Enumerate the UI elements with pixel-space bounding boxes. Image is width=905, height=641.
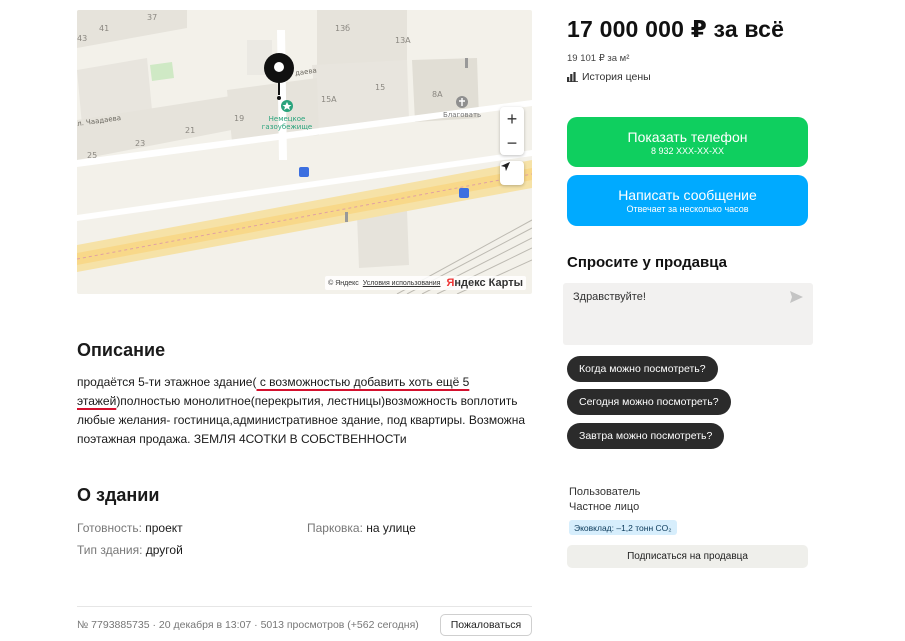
fact-building-type: Тип здания: другой [77, 543, 183, 557]
show-phone-button[interactable]: Показать телефон 8 932 XXX-XX-XX [567, 117, 808, 167]
zoom-out-button[interactable]: − [500, 131, 524, 155]
zoom-controls: + − [500, 107, 524, 155]
price-history-link[interactable]: История цены [567, 71, 651, 83]
seller-type: Частное лицо [569, 501, 640, 513]
complain-button[interactable]: Пожаловаться [440, 614, 532, 636]
map-copyright: © Яндекс [328, 279, 359, 287]
map-poi-label: Немецкое газоубежище [261, 115, 313, 131]
map-house-number: 15А [321, 95, 337, 104]
footer-divider [77, 606, 532, 607]
map-house-number: 25 [87, 151, 98, 160]
ask-seller-title: Спросите у продавца [567, 254, 727, 271]
navigation-arrow-icon [500, 161, 511, 172]
map-house-number: 19 [234, 114, 245, 123]
map-house-number: 13А [395, 36, 411, 45]
building-title: О здании [77, 485, 160, 505]
quick-question-chip[interactable]: Завтра можно посмотреть? [567, 423, 725, 449]
write-message-button[interactable]: Написать сообщение Отвечает за несколько… [567, 175, 808, 226]
price-total: 17 000 000 ₽ за всё [567, 16, 785, 42]
map-canvas [77, 10, 532, 294]
map-house-number: 43 [77, 34, 88, 43]
send-icon[interactable] [790, 291, 803, 303]
bar-chart-icon [567, 72, 578, 82]
message-input[interactable]: Здравствуйте! [563, 283, 813, 345]
map-house-number: 21 [185, 126, 196, 135]
seller-info: Пользователь Частное лицо [569, 485, 640, 515]
description-text: продаётся 5-ти этажное здание( с возможн… [77, 375, 525, 446]
map-church-label: Благовать [443, 111, 482, 119]
map-house-number: 37 [147, 13, 158, 22]
location-map[interactable]: 37 41 43 13б 13А 15А 15 8А 19 21 23 25 л… [77, 10, 532, 294]
eco-badge[interactable]: Эковклад: –1,2 тонн CO₂ [569, 520, 677, 535]
zoom-in-button[interactable]: + [500, 107, 524, 131]
message-text: Здравствуйте! [573, 291, 646, 303]
description-title: Описание [77, 340, 166, 360]
map-house-number: 41 [99, 24, 110, 33]
map-attribution: © Яндекс Условия использования Яндекс Ка… [325, 276, 526, 290]
map-house-number: 8А [432, 90, 443, 99]
fact-readiness: Готовность: проект [77, 521, 183, 535]
map-house-number: 23 [135, 139, 146, 148]
price-per-m2: 19 101 ₽ за м² [567, 53, 630, 64]
subscribe-seller-button[interactable]: Подписаться на продавца [567, 545, 808, 568]
fact-parking: Парковка: на улице [307, 521, 416, 535]
map-house-number: 13б [335, 24, 351, 33]
map-house-number: 15 [375, 83, 386, 92]
quick-question-chip[interactable]: Сегодня можно посмотреть? [567, 389, 731, 415]
yandex-maps-logo: Яндекс Карты [446, 277, 523, 289]
geolocation-button[interactable] [500, 161, 524, 185]
building-facts: Готовность: проект Парковка: на улице Ти… [77, 517, 537, 561]
map-terms-link[interactable]: Условия использования [363, 280, 441, 287]
listing-meta: № 7793885735 · 20 декабря в 13:07 · 5013… [77, 619, 419, 631]
quick-question-chip[interactable]: Когда можно посмотреть? [567, 356, 718, 382]
seller-name[interactable]: Пользователь [569, 485, 640, 500]
